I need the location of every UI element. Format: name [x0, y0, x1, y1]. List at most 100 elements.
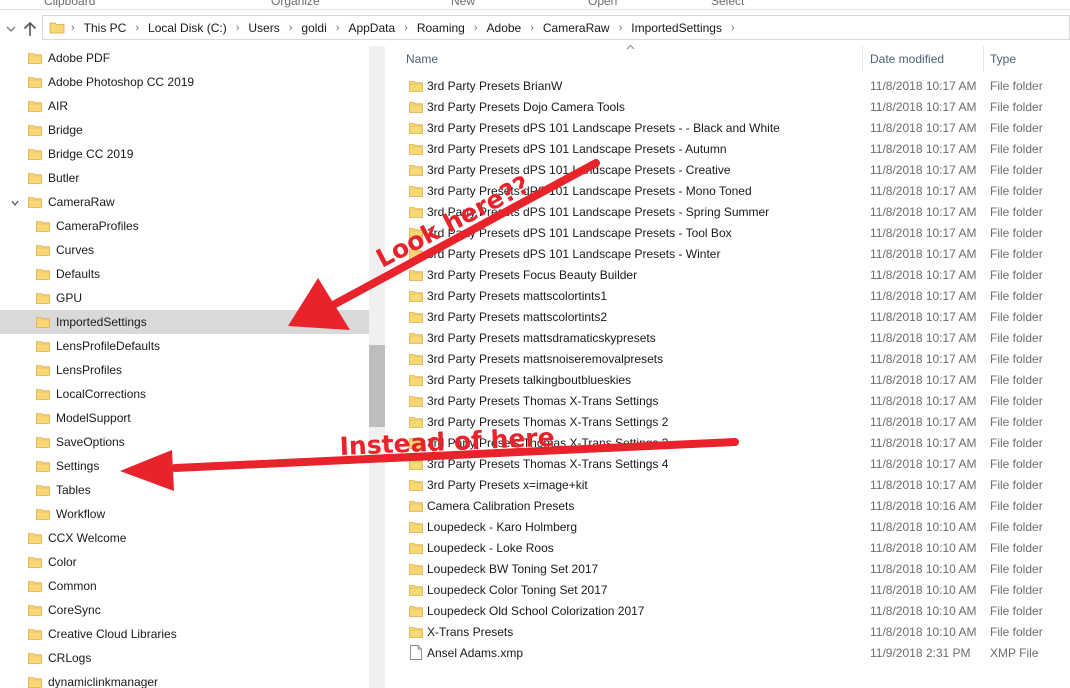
column-divider[interactable] [862, 46, 863, 72]
tree-item-adobe-photoshop-cc-2019[interactable]: Adobe Photoshop CC 2019 [0, 70, 369, 94]
file-row[interactable]: 3rd Party Presets Thomas X-Trans Setting… [385, 454, 1070, 475]
address-bar[interactable]: › This PC › Local Disk (C:) › Users › goldi… [42, 15, 1070, 40]
file-row[interactable]: 3rd Party Presets x=image+kit 11/8/2018 1… [385, 475, 1070, 496]
tree-item-common[interactable]: Common [0, 574, 369, 598]
breadcrumb-roaming[interactable]: Roaming › [417, 21, 487, 35]
tree-item-bridge[interactable]: Bridge [0, 118, 369, 142]
file-row[interactable]: 3rd Party Presets Dojo Camera Tools 11/8/… [385, 97, 1070, 118]
file-row[interactable]: 3rd Party Presets Thomas X-Trans Setting… [385, 433, 1070, 454]
file-row[interactable]: 3rd Party Presets Thomas X-Trans Setting… [385, 391, 1070, 412]
file-row[interactable]: 3rd Party Presets dPS 101 Landscape Pres… [385, 244, 1070, 265]
breadcrumb-users[interactable]: Users › [248, 21, 301, 35]
folder-icon [36, 365, 50, 376]
file-row[interactable]: 3rd Party Presets dPS 101 Landscape Pres… [385, 181, 1070, 202]
tree-item-adobe-pdf[interactable]: Adobe PDF [0, 46, 369, 70]
file-row[interactable]: 3rd Party Presets Thomas X-Trans Setting… [385, 412, 1070, 433]
file-row[interactable]: Loupedeck - Loke Roos 11/8/2018 10:10 AM F… [385, 538, 1070, 559]
tree-item-label: CRLogs [48, 651, 92, 665]
tree-item-butler[interactable]: Butler [0, 166, 369, 190]
file-row[interactable]: 3rd Party Presets dPS 101 Landscape Pres… [385, 139, 1070, 160]
file-row[interactable]: Ansel Adams.xmp 11/9/2018 2:31 PM XMP File [385, 643, 1070, 664]
tree-item-tables[interactable]: Tables [0, 478, 369, 502]
folder-icon [409, 606, 423, 617]
tree-item-workflow[interactable]: Workflow [0, 502, 369, 526]
file-row[interactable]: 3rd Party Presets dPS 101 Landscape Pres… [385, 223, 1070, 244]
file-row[interactable]: 3rd Party Presets mattsnoiseremovalprese… [385, 349, 1070, 370]
breadcrumb-goldi[interactable]: goldi › [301, 21, 348, 35]
tree-item-label: SaveOptions [56, 435, 125, 449]
tree-item-cameraprofiles[interactable]: CameraProfiles [0, 214, 369, 238]
chevron-down-icon[interactable] [10, 198, 20, 208]
tree-item-bridge-cc-2019[interactable]: Bridge CC 2019 [0, 142, 369, 166]
file-name: 3rd Party Presets Thomas X-Trans Setting… [427, 394, 659, 408]
file-row[interactable]: 3rd Party Presets dPS 101 Landscape Pres… [385, 118, 1070, 139]
file-type: File folder [990, 520, 1043, 534]
breadcrumb-adobe[interactable]: Adobe › [487, 21, 543, 35]
file-row[interactable]: 3rd Party Presets mattsdramaticskypreset… [385, 328, 1070, 349]
tree-item-localcorrections[interactable]: LocalCorrections [0, 382, 369, 406]
file-row[interactable]: 3rd Party Presets mattscolortints2 11/8/2… [385, 307, 1070, 328]
tree-item-gpu[interactable]: GPU [0, 286, 369, 310]
file-type: File folder [990, 478, 1043, 492]
tree-item-defaults[interactable]: Defaults [0, 262, 369, 286]
folder-icon [409, 291, 423, 302]
tree-item-ccx-welcome[interactable]: CCX Welcome [0, 526, 369, 550]
file-row[interactable]: Loupedeck Old School Colorization 2017 11… [385, 601, 1070, 622]
folder-icon [409, 375, 423, 386]
tree-item-saveoptions[interactable]: SaveOptions [0, 430, 369, 454]
file-row[interactable]: Loupedeck Color Toning Set 2017 11/8/2018… [385, 580, 1070, 601]
folder-icon [409, 144, 423, 155]
folder-icon [409, 186, 423, 197]
breadcrumb-separator[interactable]: › [71, 22, 84, 34]
file-type: File folder [990, 331, 1043, 345]
file-row[interactable]: 3rd Party Presets talkingboutblueskies 11… [385, 370, 1070, 391]
column-header-date-modified[interactable]: Date modified [870, 46, 980, 72]
tree-item-lensprofiledefaults[interactable]: LensProfileDefaults [0, 334, 369, 358]
up-arrow-icon[interactable] [22, 20, 38, 38]
file-name: Loupedeck BW Toning Set 2017 [427, 562, 599, 576]
breadcrumb-local-disk[interactable]: Local Disk (C:) › [148, 21, 248, 35]
file-row[interactable]: 3rd Party Presets BrianW 11/8/2018 10:17 … [385, 76, 1070, 97]
file-name: 3rd Party Presets talkingboutblueskies [427, 373, 632, 387]
tree-item-air[interactable]: AIR [0, 94, 369, 118]
tree-item-label: GPU [56, 291, 83, 305]
file-row[interactable]: 3rd Party Presets dPS 101 Landscape Pres… [385, 160, 1070, 181]
column-header-type[interactable]: Type [990, 46, 1070, 72]
tree-item-coresync[interactable]: CoreSync [0, 598, 369, 622]
breadcrumb-this-pc[interactable]: This PC › [84, 21, 148, 35]
tree-item-curves[interactable]: Curves [0, 238, 369, 262]
tree-item-color[interactable]: Color [0, 550, 369, 574]
file-row[interactable]: Loupedeck BW Toning Set 2017 11/8/2018 10… [385, 559, 1070, 580]
folder-icon [36, 485, 50, 496]
chevron-down-icon[interactable] [5, 24, 17, 34]
tree-item-lensprofiles[interactable]: LensProfiles [0, 358, 369, 382]
folder-icon [36, 269, 50, 280]
tree-item-crlogs[interactable]: CRLogs [0, 646, 369, 670]
file-row[interactable]: Camera Calibration Presets 11/8/2018 10:1… [385, 496, 1070, 517]
breadcrumb-appdata[interactable]: AppData › [348, 21, 416, 35]
file-name: X-Trans Presets [427, 625, 514, 639]
tree-item-importedsettings[interactable]: ImportedSettings [0, 310, 369, 334]
breadcrumb-importedsettings[interactable]: ImportedSettings › [631, 21, 743, 35]
folder-icon [409, 543, 423, 554]
nav-pane-scroll-thumb[interactable] [369, 345, 385, 427]
column-divider[interactable] [983, 46, 984, 72]
file-date-modified: 11/8/2018 10:10 AM [870, 562, 977, 576]
tree-item-settings[interactable]: Settings [0, 454, 369, 478]
column-header-name[interactable]: Name [406, 46, 861, 72]
tree-item-creative-cloud-libraries[interactable]: Creative Cloud Libraries [0, 622, 369, 646]
tree-item-cameraraw[interactable]: CameraRaw [0, 190, 369, 214]
tree-item-modelsupport[interactable]: ModelSupport [0, 406, 369, 430]
file-date-modified: 11/8/2018 10:17 AM [870, 121, 977, 135]
folder-icon [28, 101, 42, 112]
file-row[interactable]: Loupedeck - Karo Holmberg 11/8/2018 10:10… [385, 517, 1070, 538]
breadcrumb-cameraraw[interactable]: CameraRaw › [543, 21, 631, 35]
file-row[interactable]: 3rd Party Presets dPS 101 Landscape Pres… [385, 202, 1070, 223]
file-list-pane[interactable]: Name Date modified Type 3rd Party Preset… [385, 44, 1070, 688]
file-row[interactable]: 3rd Party Presets mattscolortints1 11/8/2… [385, 286, 1070, 307]
folder-icon [28, 677, 42, 688]
tree-item-dynamiclinkmanager[interactable]: dynamiclinkmanager [0, 670, 369, 688]
file-row[interactable]: X-Trans Presets 11/8/2018 10:10 AM File fo… [385, 622, 1070, 643]
file-row[interactable]: 3rd Party Presets Focus Beauty Builder 11… [385, 265, 1070, 286]
navigation-pane[interactable]: Adobe PDF Adobe Photoshop CC 2019 AIR Bridg… [0, 46, 369, 688]
